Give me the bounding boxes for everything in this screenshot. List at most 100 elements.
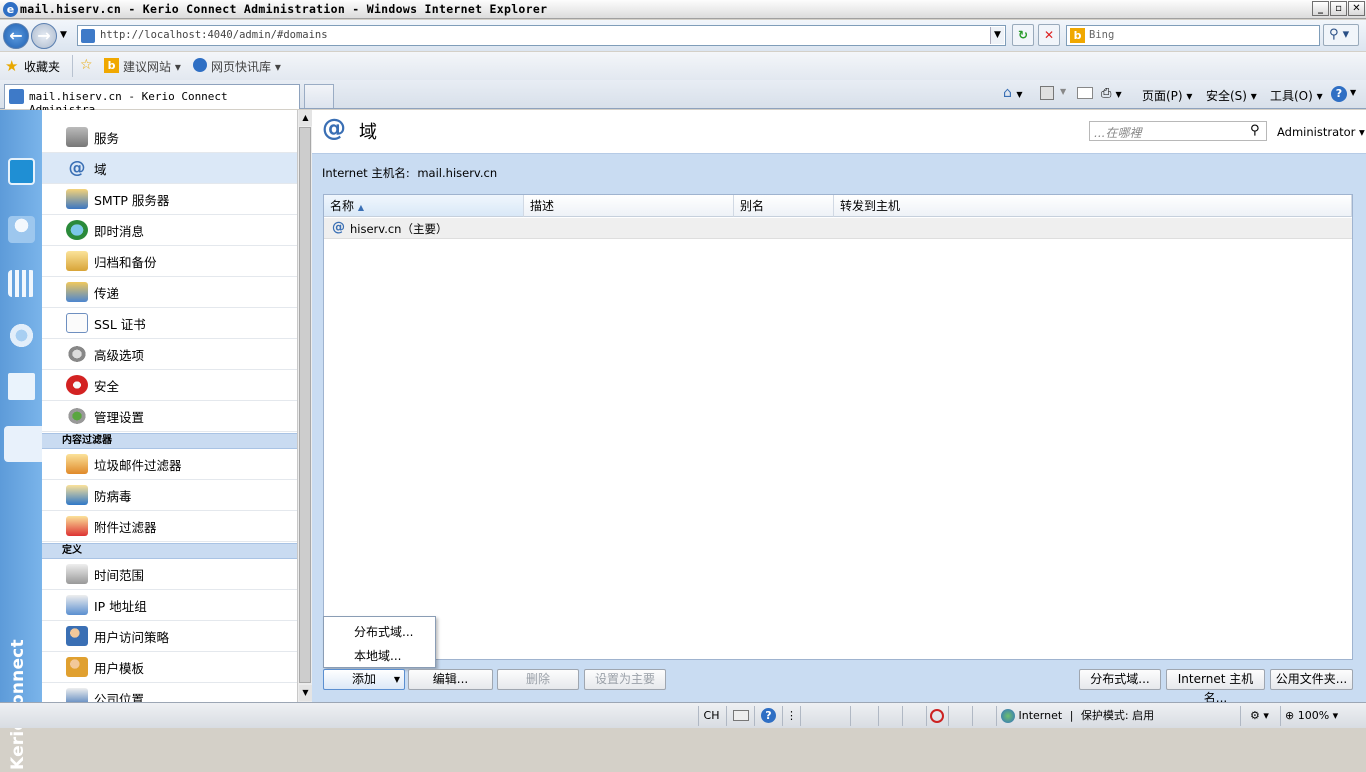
section-content-filter: 内容过滤器 bbox=[42, 433, 297, 449]
minimize-button[interactable]: _ bbox=[1312, 1, 1329, 16]
search-go-icon[interactable]: ⚲ ▾ bbox=[1323, 24, 1359, 46]
nav-item-company-locations[interactable]: 公司位置 bbox=[42, 683, 297, 702]
page-menu[interactable]: 页面(P) ▾ bbox=[1142, 87, 1192, 104]
nav-item-attachment-filter[interactable]: 附件过滤器 bbox=[42, 511, 297, 542]
nav-item-time-ranges[interactable]: 时间范围 bbox=[42, 559, 297, 590]
nav-item-label: 服务 bbox=[94, 130, 120, 146]
nav-item-smtp-server[interactable]: SMTP 服务器 bbox=[42, 184, 297, 215]
ime-options-icon[interactable]: ⋮ bbox=[782, 706, 800, 726]
user-menu[interactable]: Administrator ▾ bbox=[1277, 125, 1365, 139]
section-definitions: 定义 bbox=[42, 543, 297, 559]
public-folders-button[interactable]: 公用文件夹... bbox=[1270, 669, 1353, 690]
maximize-button[interactable]: ▫ bbox=[1330, 1, 1347, 16]
configuration-gear-icon[interactable] bbox=[8, 322, 35, 349]
scroll-down-arrow-icon[interactable]: ▼ bbox=[299, 685, 312, 701]
menu-item-local-domain[interactable]: 本地域... bbox=[354, 647, 401, 664]
tools-menu[interactable]: 工具(O) ▾ bbox=[1270, 87, 1323, 104]
table-row[interactable]: @ hiserv.cn（主要） bbox=[324, 218, 1352, 239]
popup-blocker-icon[interactable] bbox=[926, 706, 948, 726]
users-icon[interactable] bbox=[8, 216, 35, 243]
internet-hostname-button[interactable]: Internet 主机名... bbox=[1166, 669, 1265, 705]
nav-item-label: 传递 bbox=[94, 285, 120, 301]
nav-item-user-templates[interactable]: 用户模板 bbox=[42, 652, 297, 683]
delete-button[interactable]: 删除 bbox=[497, 669, 579, 690]
nav-item-admin-settings[interactable]: 管理设置 bbox=[42, 401, 297, 432]
nav-item-advanced-options[interactable]: 高级选项 bbox=[42, 339, 297, 370]
nav-item-archiving-backup[interactable]: 归档和备份 bbox=[42, 246, 297, 277]
nav-scrollbar[interactable]: ▲ ▼ bbox=[297, 110, 312, 702]
recent-pages-dropdown-icon[interactable]: ▼ bbox=[60, 30, 67, 40]
app-rail: KerioConnect bbox=[0, 110, 42, 770]
add-favorite-icon[interactable]: ☆ bbox=[80, 57, 93, 73]
search-icon[interactable]: ⚲ bbox=[1250, 123, 1260, 138]
column-header-alias[interactable]: 别名 bbox=[734, 195, 834, 217]
nav-item-antivirus[interactable]: 防病毒 bbox=[42, 480, 297, 511]
nav-item-label: 域 bbox=[94, 161, 107, 177]
scrollbar-thumb[interactable] bbox=[299, 127, 311, 683]
zoom-control[interactable]: ⊕ 100% ▾ bbox=[1280, 706, 1350, 726]
nav-item-label: 垃圾邮件过滤器 bbox=[94, 457, 182, 473]
tools-menu-label: 工具(O) bbox=[1270, 89, 1313, 103]
keyboard-icon[interactable] bbox=[726, 706, 754, 726]
nav-item-delivery[interactable]: 传递 bbox=[42, 277, 297, 308]
logs-icon[interactable] bbox=[8, 373, 35, 400]
print-icon[interactable]: ⎙ ▼ bbox=[1101, 86, 1122, 101]
nav-item-security[interactable]: 安全 bbox=[42, 370, 297, 401]
suggested-sites-link[interactable]: 建议网站 ▾ bbox=[123, 58, 181, 75]
suggested-sites-icon: b bbox=[104, 58, 119, 73]
nav-item-spam-filter[interactable]: 垃圾邮件过滤器 bbox=[42, 449, 297, 480]
read-mail-icon[interactable] bbox=[1077, 87, 1093, 99]
stop-icon[interactable]: ✕ bbox=[1038, 24, 1060, 46]
accelerator-icon[interactable]: ⚙ ▾ bbox=[1240, 706, 1278, 726]
statistics-icon[interactable] bbox=[8, 270, 35, 297]
ime-indicator[interactable]: CH bbox=[698, 706, 724, 726]
protected-mode-label: 保护模式: 启用 bbox=[1080, 709, 1155, 722]
column-header-description[interactable]: 描述 bbox=[524, 195, 734, 217]
feeds-dropdown-icon[interactable]: ▼ bbox=[1060, 87, 1066, 96]
column-header-forward-to-host[interactable]: 转发到主机 bbox=[834, 195, 1352, 217]
set-primary-button[interactable]: 设置为主要 bbox=[584, 669, 666, 690]
column-header-name[interactable]: 名称 ▲ bbox=[324, 195, 524, 217]
address-dropdown-icon[interactable]: ▼ bbox=[990, 27, 1004, 44]
new-tab-button[interactable] bbox=[304, 84, 334, 108]
security-zone[interactable]: Internet | 保护模式: 启用 bbox=[996, 706, 1196, 726]
safety-menu[interactable]: 安全(S) ▾ bbox=[1206, 87, 1257, 104]
ime-help-icon[interactable]: ? bbox=[754, 706, 782, 726]
internet-globe-icon bbox=[1001, 709, 1015, 723]
feeds-icon[interactable] bbox=[1040, 86, 1054, 100]
company-locations-icon bbox=[66, 688, 88, 702]
scroll-up-arrow-icon[interactable]: ▲ bbox=[299, 110, 312, 126]
forward-button[interactable]: → bbox=[31, 23, 57, 49]
spam-filter-icon bbox=[66, 454, 88, 474]
help-dropdown-icon[interactable]: ▼ bbox=[1350, 88, 1356, 97]
distributed-domain-button[interactable]: 分布式域... bbox=[1079, 669, 1161, 690]
add-dropdown-arrow-icon: ▼ bbox=[393, 675, 400, 684]
tab-kerio-connect[interactable]: mail.hiserv.cn - Kerio Connect Administr… bbox=[4, 84, 300, 116]
nav-item-instant-messaging[interactable]: 即时消息 bbox=[42, 215, 297, 246]
settings-navigation: 服务 @ 域 SMTP 服务器 即时消息 归档和备份 传递 SSL 证书 高级选项… bbox=[42, 110, 297, 702]
home-icon[interactable]: ⌂ ▼ bbox=[1003, 85, 1023, 101]
mail-icon[interactable] bbox=[8, 158, 35, 185]
add-button[interactable]: 添加 ▼ bbox=[323, 669, 405, 690]
nav-item-ip-address-groups[interactable]: IP 地址组 bbox=[42, 590, 297, 621]
back-button[interactable]: ← bbox=[3, 23, 29, 49]
nav-item-user-access-policies[interactable]: 用户访问策略 bbox=[42, 621, 297, 652]
address-bar[interactable]: http://localhost:4040/admin/#domains ▼ bbox=[77, 25, 1006, 46]
search-box[interactable]: b Bing bbox=[1066, 25, 1320, 46]
user-name: Administrator bbox=[1277, 125, 1356, 139]
menu-item-distributed-domain[interactable]: 分布式域... bbox=[354, 623, 413, 640]
settings-search-input[interactable]: ...在哪裡 ⚲ bbox=[1089, 121, 1267, 141]
hostname-value: mail.hiserv.cn bbox=[417, 166, 498, 180]
refresh-icon[interactable]: ↻ bbox=[1012, 24, 1034, 46]
help-icon[interactable]: ? bbox=[1331, 86, 1347, 102]
favorites-button[interactable]: 收藏夹 bbox=[24, 58, 60, 75]
nav-item-services[interactable]: 服务 bbox=[42, 122, 297, 153]
window-title-bar: e mail.hiserv.cn - Kerio Connect Adminis… bbox=[0, 0, 1366, 19]
close-window-button[interactable]: ✕ bbox=[1348, 1, 1365, 16]
web-slice-gallery-link[interactable]: 网页快讯库 ▾ bbox=[211, 58, 281, 75]
domains-table: 名称 ▲ 描述 别名 转发到主机 @ hiserv.cn（主要） bbox=[323, 194, 1353, 660]
nav-item-ssl-certificates[interactable]: SSL 证书 bbox=[42, 308, 297, 339]
nav-item-domains[interactable]: @ 域 bbox=[42, 153, 297, 184]
edit-button[interactable]: 编辑... bbox=[408, 669, 493, 690]
column-header-label: 描述 bbox=[530, 199, 555, 213]
